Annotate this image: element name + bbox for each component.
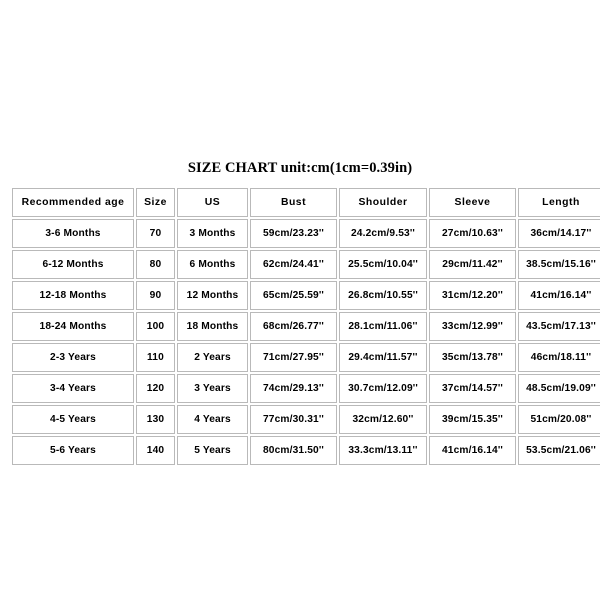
cell-bust: 80cm/31.50'': [250, 436, 337, 465]
table-header: Recommended age Size US Bust Shoulder Sl…: [12, 188, 600, 217]
cell-shoulder: 32cm/12.60'': [339, 405, 427, 434]
cell-shoulder: 24.2cm/9.53'': [339, 219, 427, 248]
table-row: 4-5 Years 130 4 Years 77cm/30.31'' 32cm/…: [12, 405, 600, 434]
cell-recommended-age: 3-6 Months: [12, 219, 134, 248]
size-chart-table-wrap: Recommended age Size US Bust Shoulder Sl…: [10, 186, 600, 467]
cell-bust: 71cm/27.95'': [250, 343, 337, 372]
cell-size: 120: [136, 374, 175, 403]
cell-us: 18 Months: [177, 312, 248, 341]
cell-recommended-age: 4-5 Years: [12, 405, 134, 434]
column-header-shoulder: Shoulder: [339, 188, 427, 217]
cell-us: 12 Months: [177, 281, 248, 310]
table-row: 6-12 Months 80 6 Months 62cm/24.41'' 25.…: [12, 250, 600, 279]
cell-shoulder: 29.4cm/11.57'': [339, 343, 427, 372]
table-row: 12-18 Months 90 12 Months 65cm/25.59'' 2…: [12, 281, 600, 310]
table-header-row: Recommended age Size US Bust Shoulder Sl…: [12, 188, 600, 217]
table-row: 5-6 Years 140 5 Years 80cm/31.50'' 33.3c…: [12, 436, 600, 465]
cell-us: 2 Years: [177, 343, 248, 372]
cell-recommended-age: 3-4 Years: [12, 374, 134, 403]
cell-recommended-age: 12-18 Months: [12, 281, 134, 310]
cell-recommended-age: 2-3 Years: [12, 343, 134, 372]
cell-length: 46cm/18.11'': [518, 343, 600, 372]
cell-length: 38.5cm/15.16'': [518, 250, 600, 279]
cell-length: 43.5cm/17.13'': [518, 312, 600, 341]
cell-us: 6 Months: [177, 250, 248, 279]
cell-length: 41cm/16.14'': [518, 281, 600, 310]
table-row: 3-4 Years 120 3 Years 74cm/29.13'' 30.7c…: [12, 374, 600, 403]
cell-bust: 62cm/24.41'': [250, 250, 337, 279]
cell-sleeve: 29cm/11.42'': [429, 250, 516, 279]
cell-us: 4 Years: [177, 405, 248, 434]
cell-sleeve: 33cm/12.99'': [429, 312, 516, 341]
column-header-length: Length: [518, 188, 600, 217]
cell-length: 53.5cm/21.06'': [518, 436, 600, 465]
cell-bust: 68cm/26.77'': [250, 312, 337, 341]
column-header-sleeve: Sleeve: [429, 188, 516, 217]
column-header-size: Size: [136, 188, 175, 217]
cell-sleeve: 37cm/14.57'': [429, 374, 516, 403]
cell-shoulder: 28.1cm/11.06'': [339, 312, 427, 341]
table-row: 18-24 Months 100 18 Months 68cm/26.77'' …: [12, 312, 600, 341]
table-row: 2-3 Years 110 2 Years 71cm/27.95'' 29.4c…: [12, 343, 600, 372]
cell-shoulder: 30.7cm/12.09'': [339, 374, 427, 403]
cell-length: 36cm/14.17'': [518, 219, 600, 248]
cell-size: 90: [136, 281, 175, 310]
cell-sleeve: 31cm/12.20'': [429, 281, 516, 310]
cell-recommended-age: 5-6 Years: [12, 436, 134, 465]
cell-size: 130: [136, 405, 175, 434]
cell-bust: 59cm/23.23'': [250, 219, 337, 248]
cell-shoulder: 26.8cm/10.55'': [339, 281, 427, 310]
cell-shoulder: 25.5cm/10.04'': [339, 250, 427, 279]
page-title: SIZE CHART unit:cm(1cm=0.39in): [187, 160, 413, 176]
cell-bust: 65cm/25.59'': [250, 281, 337, 310]
column-header-recommended-age: Recommended age: [12, 188, 134, 217]
cell-sleeve: 39cm/15.35'': [429, 405, 516, 434]
cell-sleeve: 41cm/16.14'': [429, 436, 516, 465]
cell-length: 48.5cm/19.09'': [518, 374, 600, 403]
cell-us: 3 Years: [177, 374, 248, 403]
cell-sleeve: 35cm/13.78'': [429, 343, 516, 372]
table-body: 3-6 Months 70 3 Months 59cm/23.23'' 24.2…: [12, 219, 600, 465]
cell-size: 80: [136, 250, 175, 279]
cell-sleeve: 27cm/10.63'': [429, 219, 516, 248]
cell-bust: 77cm/30.31'': [250, 405, 337, 434]
cell-shoulder: 33.3cm/13.11'': [339, 436, 427, 465]
cell-bust: 74cm/29.13'': [250, 374, 337, 403]
table-row: 3-6 Months 70 3 Months 59cm/23.23'' 24.2…: [12, 219, 600, 248]
cell-recommended-age: 6-12 Months: [12, 250, 134, 279]
cell-size: 70: [136, 219, 175, 248]
cell-us: 3 Months: [177, 219, 248, 248]
cell-us: 5 Years: [177, 436, 248, 465]
cell-size: 140: [136, 436, 175, 465]
cell-size: 100: [136, 312, 175, 341]
size-chart-table: Recommended age Size US Bust Shoulder Sl…: [10, 186, 600, 467]
size-chart-page: SIZE CHART unit:cm(1cm=0.39in) Recommend…: [0, 0, 600, 600]
cell-size: 110: [136, 343, 175, 372]
cell-length: 51cm/20.08'': [518, 405, 600, 434]
column-header-bust: Bust: [250, 188, 337, 217]
cell-recommended-age: 18-24 Months: [12, 312, 134, 341]
column-header-us: US: [177, 188, 248, 217]
